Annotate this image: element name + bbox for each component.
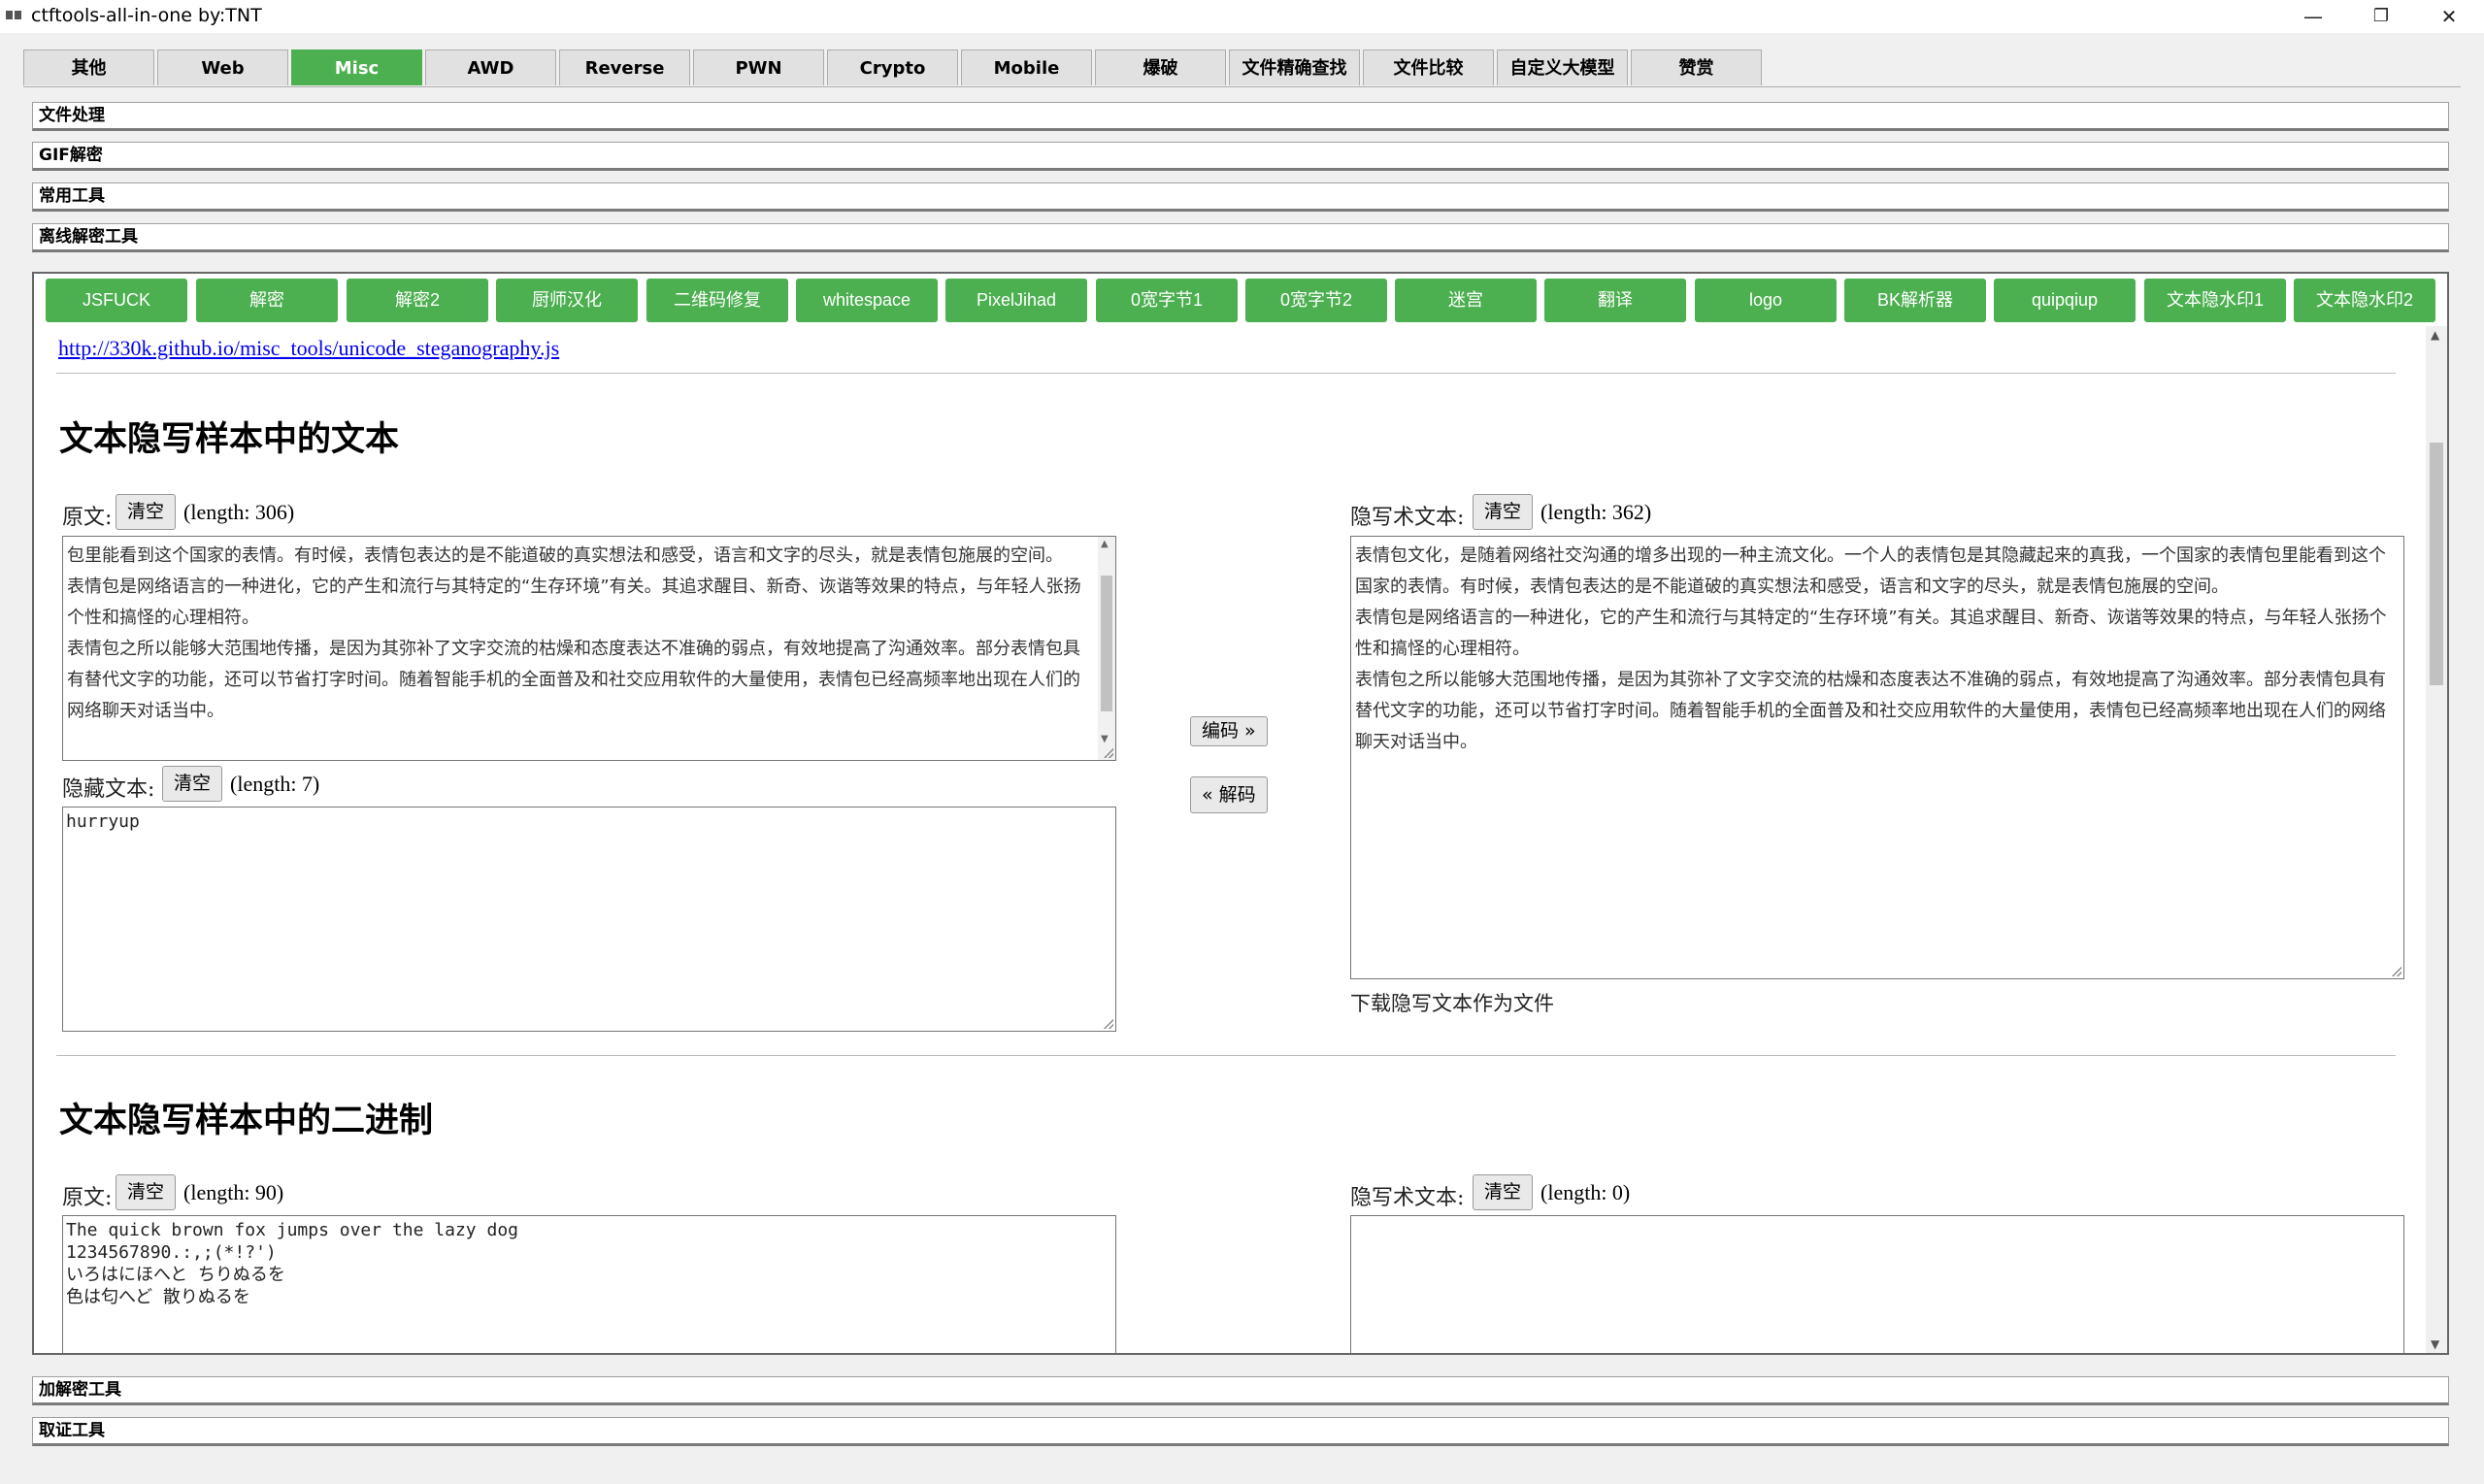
stego-label-2: 隐写术文本:	[1350, 1186, 1465, 1210]
original-label-2: 原文:	[62, 1186, 113, 1210]
minimize-button[interactable]: —	[2279, 0, 2347, 33]
stego-text: 表情包文化，是随着网络社交沟通的增多出现的一种主流文化。一个人的表情包是其隐藏起…	[1355, 545, 2387, 752]
encode-button[interactable]: 编码 »	[1190, 716, 1268, 746]
tab-other[interactable]: 其他	[23, 49, 154, 85]
original-text-2: The quick brown fox jumps over the lazy …	[66, 1220, 518, 1307]
tab-custom-llm[interactable]: 自定义大模型	[1497, 49, 1628, 85]
tool-quipqiup-button[interactable]: quipqiup	[1994, 279, 2136, 322]
scroll-up-icon[interactable]: ▲	[2431, 328, 2439, 342]
source-link[interactable]: http://330k.github.io/misc_tools/unicode…	[58, 336, 559, 361]
tool-decrypt-button[interactable]: 解密	[196, 279, 338, 322]
stego-label: 隐写术文本:	[1350, 506, 1465, 530]
tab-crypto[interactable]: Crypto	[827, 49, 958, 85]
window-title: ctftools-all-in-one by:TNT	[31, 5, 262, 26]
tab-mobile[interactable]: Mobile	[961, 49, 1092, 85]
resize-grip-icon[interactable]	[2392, 967, 2401, 976]
original-label: 原文:	[62, 506, 113, 530]
tool-translate-button[interactable]: 翻译	[1544, 279, 1686, 322]
accordion-gif-decrypt[interactable]: GIF解密	[32, 142, 2449, 171]
hidden-text: hurryup	[66, 811, 140, 832]
tab-bruteforce[interactable]: 爆破	[1095, 49, 1226, 85]
clear-stego-2-button[interactable]: 清空	[1473, 1174, 1534, 1210]
divider	[56, 1055, 2396, 1056]
tab-pwn[interactable]: PWN	[693, 49, 824, 85]
resize-grip-icon[interactable]	[1104, 1019, 1113, 1029]
section-title-text-in-text: 文本隐写样本中的文本	[59, 420, 400, 459]
tool-maze-button[interactable]: 迷宫	[1395, 279, 1537, 322]
download-stego-link[interactable]: 下载隐写文本作为文件	[1350, 988, 1554, 1017]
divider	[56, 373, 2396, 374]
accordion-offline-decrypt[interactable]: 离线解密工具	[32, 223, 2449, 252]
clear-hidden-button[interactable]: 清空	[162, 766, 223, 802]
scroll-down-icon[interactable]: ▼	[2431, 1337, 2439, 1351]
tool-zero-width2-button[interactable]: 0宽字节2	[1245, 279, 1387, 322]
scrollbar[interactable]: ▲ ▼	[1098, 537, 1115, 760]
tool-whitespace-button[interactable]: whitespace	[796, 279, 938, 322]
title-bar: ctftools-all-in-one by:TNT — ❐ ✕	[0, 0, 2484, 33]
decode-button[interactable]: « 解码	[1190, 776, 1268, 813]
original-length: (length: 306)	[183, 500, 295, 524]
stego-length-2: (length: 0)	[1540, 1180, 1631, 1204]
tool-zero-width1-button[interactable]: 0宽字节1	[1096, 279, 1238, 322]
tab-file-search[interactable]: 文件精确查找	[1229, 49, 1360, 85]
stego-text-2	[1351, 1216, 2403, 1222]
tool-jsfuck-button[interactable]: JSFUCK	[46, 279, 187, 322]
tool-decrypt2-button[interactable]: 解密2	[347, 279, 488, 322]
hidden-label: 隐藏文本:	[62, 777, 155, 802]
tab-reverse[interactable]: Reverse	[559, 49, 690, 85]
original-textarea[interactable]: 包里能看到这个国家的表情。有时候，表情包表达的是不能道破的真实想法和感受，语言和…	[62, 536, 1116, 761]
tab-file-compare[interactable]: 文件比较	[1363, 49, 1494, 85]
tool-logo-button[interactable]: logo	[1695, 279, 1837, 322]
stego-textarea[interactable]: 表情包文化，是随着网络社交沟通的增多出现的一种主流文化。一个人的表情包是其隐藏起…	[1350, 536, 2404, 979]
app-icon	[6, 9, 23, 22]
original-length-2: (length: 90)	[183, 1180, 284, 1204]
clear-original-button[interactable]: 清空	[116, 494, 177, 530]
accordion-file-processing[interactable]: 文件处理	[32, 102, 2449, 131]
tab-donate[interactable]: 赞赏	[1631, 49, 1762, 85]
tool-chef-button[interactable]: 厨师汉化	[496, 279, 638, 322]
clear-original-2-button[interactable]: 清空	[116, 1174, 177, 1210]
accordion-common-tools[interactable]: 常用工具	[32, 182, 2449, 212]
resize-grip-icon[interactable]	[1104, 748, 1113, 758]
hidden-textarea[interactable]: hurryup	[62, 807, 1116, 1032]
section-title-binary-in-text: 文本隐写样本中的二进制	[59, 1102, 434, 1140]
tab-misc[interactable]: Misc	[291, 49, 422, 85]
tab-web[interactable]: Web	[157, 49, 288, 85]
stego-length: (length: 362)	[1540, 500, 1652, 524]
tab-awd[interactable]: AWD	[425, 49, 556, 85]
hidden-length: (length: 7)	[230, 772, 320, 796]
tab-divider	[23, 86, 2461, 87]
clear-stego-button[interactable]: 清空	[1473, 494, 1534, 530]
accordion-encrypt-decrypt[interactable]: 加解密工具	[32, 1376, 2449, 1405]
embedded-page: http://330k.github.io/misc_tools/unicode…	[35, 326, 2415, 1353]
original-text: 包里能看到这个国家的表情。有时候，表情包表达的是不能道破的真实想法和感受，语言和…	[67, 545, 1081, 721]
stego-textarea-2[interactable]	[1350, 1215, 2404, 1353]
maximize-button[interactable]: ❐	[2347, 0, 2415, 33]
tool-bk-parser-button[interactable]: BK解析器	[1844, 279, 1986, 322]
tool-qr-repair-button[interactable]: 二维码修复	[646, 279, 788, 322]
accordion-forensics[interactable]: 取证工具	[32, 1417, 2449, 1446]
tool-text-watermark1-button[interactable]: 文本隐水印1	[2144, 279, 2286, 322]
close-button[interactable]: ✕	[2415, 0, 2483, 33]
tool-pixeljihad-button[interactable]: PixelJihad	[945, 279, 1087, 322]
content-scrollbar[interactable]: ▲ ▼	[2426, 326, 2447, 1353]
tool-text-watermark2-button[interactable]: 文本隐水印2	[2294, 279, 2435, 322]
original-textarea-2[interactable]: The quick brown fox jumps over the lazy …	[62, 1215, 1116, 1353]
scroll-thumb[interactable]	[2430, 443, 2443, 685]
